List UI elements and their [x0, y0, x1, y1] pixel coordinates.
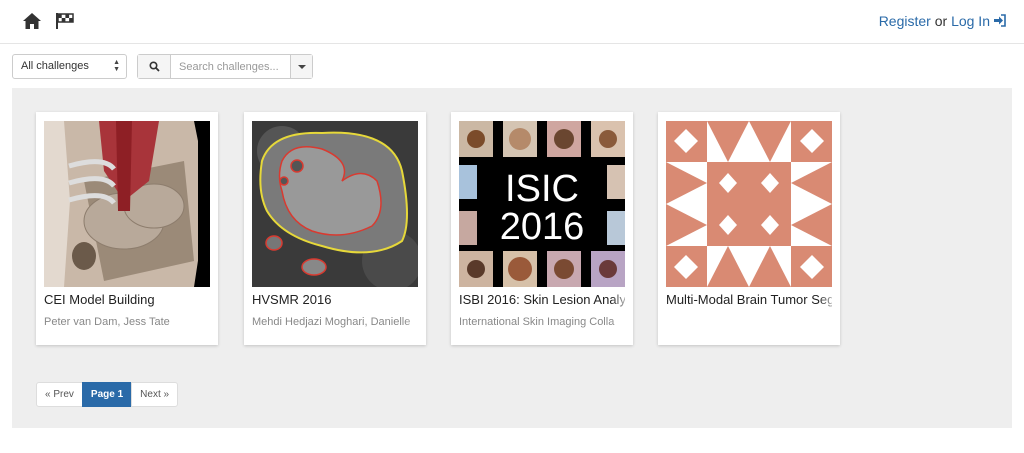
text-fade [404, 288, 426, 336]
challenge-filter-value: All challenges [21, 60, 89, 72]
text-fade [611, 288, 633, 336]
caret-down-icon [298, 65, 306, 69]
search-input[interactable] [172, 55, 290, 78]
challenge-authors: Peter van Dam, Jess Tate [44, 316, 170, 328]
challenge-title: ISBI 2016: Skin Lesion Analysis [459, 292, 625, 307]
challenge-card[interactable]: ISIC 2016 ISBI 2016: Skin Lesion Analysi… [451, 112, 633, 345]
challenge-filter-select[interactable]: All challenges ▲ ▼ [12, 54, 127, 79]
login-label: Log In [951, 13, 990, 29]
next-page-button[interactable]: Next » [131, 382, 179, 407]
challenge-thumbnail [44, 121, 210, 287]
challenge-title: Multi-Modal Brain Tumor Segmentation [666, 292, 832, 307]
pagination: « Prev Page 1 Next » [36, 382, 179, 407]
search-dropdown-button[interactable] [290, 55, 312, 78]
or-text: or [934, 13, 948, 29]
auth-links: Register or Log In [879, 13, 1006, 29]
search-addon [138, 55, 171, 78]
login-link[interactable]: Log In [951, 13, 1006, 29]
challenge-list-panel: CEI Model Building Peter van Dam, Jess T… [12, 88, 1012, 428]
sign-in-icon [994, 14, 1006, 27]
text-fade [818, 288, 840, 336]
isic-image-line-1: ISIC [505, 168, 579, 210]
filter-toolbar: All challenges ▲ ▼ [0, 44, 1024, 88]
prev-page-button[interactable]: « Prev [36, 382, 83, 407]
search-icon [149, 61, 160, 72]
flag-icon[interactable] [55, 12, 75, 30]
challenge-card[interactable]: CEI Model Building Peter van Dam, Jess T… [36, 112, 218, 345]
challenge-title: CEI Model Building [44, 292, 155, 307]
register-link[interactable]: Register [879, 13, 931, 29]
page-1-button[interactable]: Page 1 [81, 382, 133, 407]
isic-image-line-2: 2016 [500, 206, 585, 248]
search-group [137, 54, 313, 79]
challenge-title: HVSMR 2016 [252, 292, 332, 307]
updown-arrows-icon: ▲ ▼ [113, 59, 120, 73]
challenge-thumbnail: ISIC 2016 [459, 121, 625, 287]
challenge-card[interactable]: Multi-Modal Brain Tumor Segmentation [658, 112, 840, 345]
top-navbar: Register or Log In [0, 0, 1024, 44]
challenge-card[interactable]: HVSMR 2016 Mehdi Hedjazi Moghari, Daniel… [244, 112, 426, 345]
challenge-thumbnail [252, 121, 418, 287]
challenge-thumbnail [666, 121, 832, 287]
challenge-authors: International Skin Imaging Colla [459, 316, 615, 328]
home-icon[interactable] [22, 12, 42, 30]
challenge-authors: Mehdi Hedjazi Moghari, Danielle [252, 316, 411, 328]
